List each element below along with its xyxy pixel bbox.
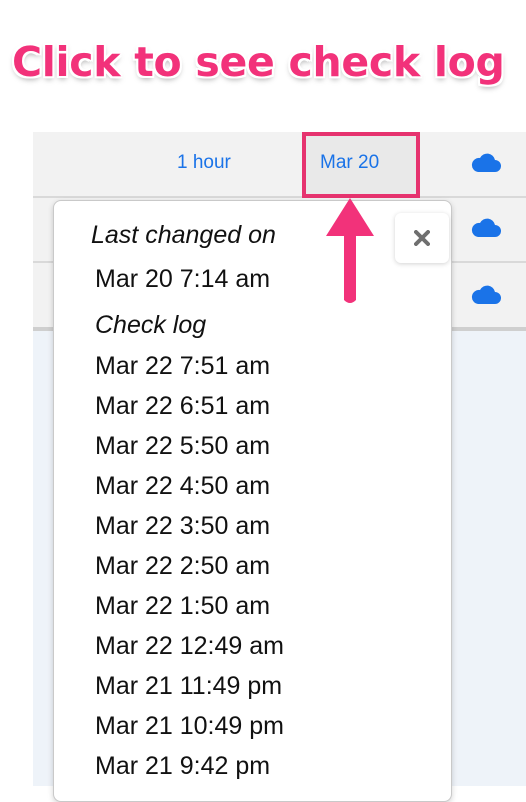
interval-link[interactable]: 1 hour (177, 152, 231, 174)
check-log-item: Mar 22 7:51 am (95, 352, 271, 380)
check-log-heading: Check log (95, 311, 207, 339)
last-changed-link[interactable]: Mar 20 (320, 152, 379, 174)
check-log-popover: Last changed on Mar 20 7:14 am Check log… (53, 200, 452, 802)
last-changed-value: Mar 20 7:14 am (95, 265, 271, 293)
close-button[interactable] (395, 213, 449, 263)
last-changed-heading: Last changed on (91, 221, 276, 249)
check-log-item: Mar 22 12:49 am (95, 632, 284, 660)
cloud-icon[interactable] (471, 218, 501, 238)
last-changed-link-highlight[interactable]: Mar 20 (302, 132, 420, 198)
annotation-arrow-icon (326, 198, 374, 303)
check-log-item: Mar 21 10:49 pm (95, 712, 284, 740)
check-log-item: Mar 22 1:50 am (95, 592, 271, 620)
cloud-icon[interactable] (471, 285, 501, 305)
check-log-list: Mar 22 7:51 am Mar 22 6:51 am Mar 22 5:5… (95, 351, 284, 791)
close-icon (414, 230, 430, 246)
check-log-item: Mar 22 3:50 am (95, 512, 271, 540)
check-log-item: Mar 21 9:42 pm (95, 752, 271, 780)
table-row: 1 hour Mar 20 (33, 132, 526, 198)
check-log-item: Mar 21 11:49 pm (95, 672, 283, 700)
cloud-icon[interactable] (471, 153, 501, 173)
check-log-item: Mar 22 5:50 am (95, 432, 271, 460)
annotation-headline: Click to see check log (12, 38, 505, 86)
check-log-item: Mar 22 6:51 am (95, 392, 271, 420)
check-log-item: Mar 22 2:50 am (95, 552, 271, 580)
check-log-item: Mar 22 4:50 am (95, 472, 271, 500)
